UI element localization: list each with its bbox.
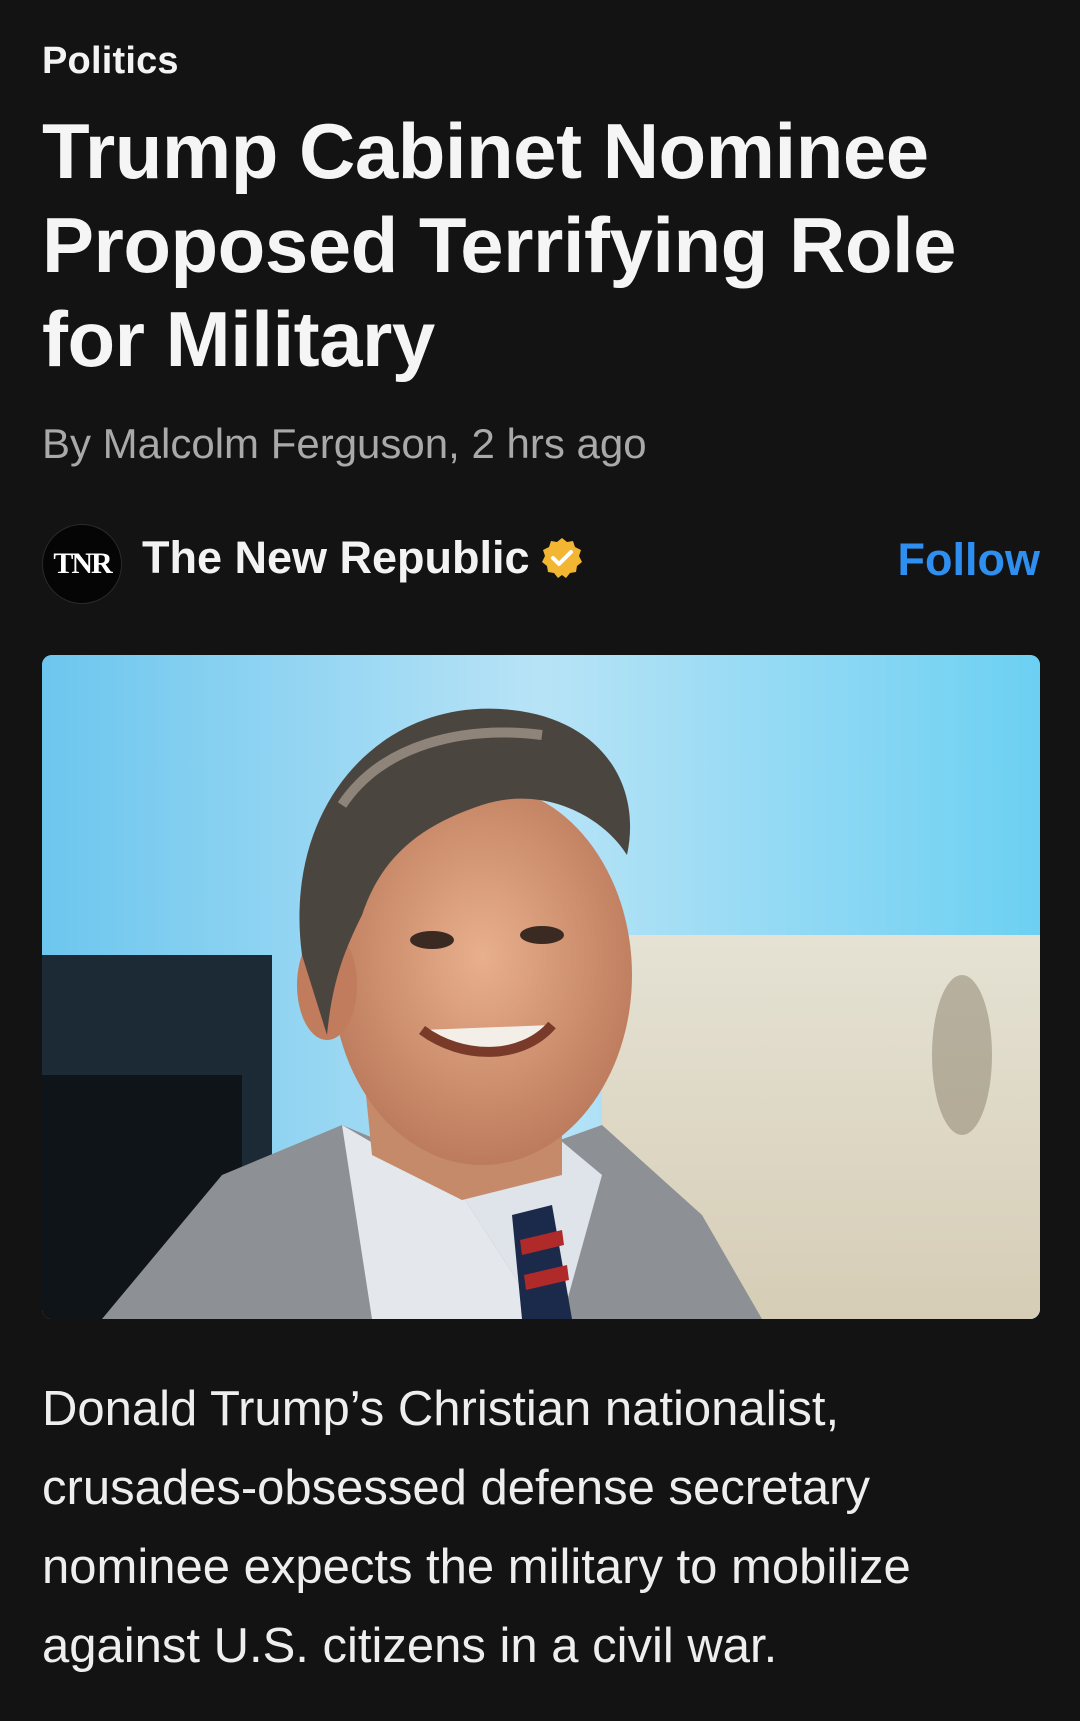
article-byline: By Malcolm Ferguson, 2 hrs ago	[42, 420, 647, 467]
article-headline: Trump Cabinet Nominee Proposed Terrifyin…	[42, 107, 957, 383]
article-hero-image[interactable]	[42, 655, 1040, 1319]
publisher-name[interactable]: The New Republic	[142, 532, 530, 584]
article-summary: Donald Trump’s Christian nationalist, cr…	[42, 1382, 911, 1673]
hero-photo	[42, 655, 1040, 1319]
category-label[interactable]: Politics	[42, 40, 179, 83]
publisher-name-container[interactable]: The New Republic	[142, 532, 584, 584]
publisher-logo[interactable]: TNR	[42, 524, 122, 604]
follow-button[interactable]: Follow	[898, 534, 1040, 586]
verified-badge-icon	[540, 536, 584, 580]
publisher-row: TNR The New Republic Follow	[42, 522, 1040, 604]
